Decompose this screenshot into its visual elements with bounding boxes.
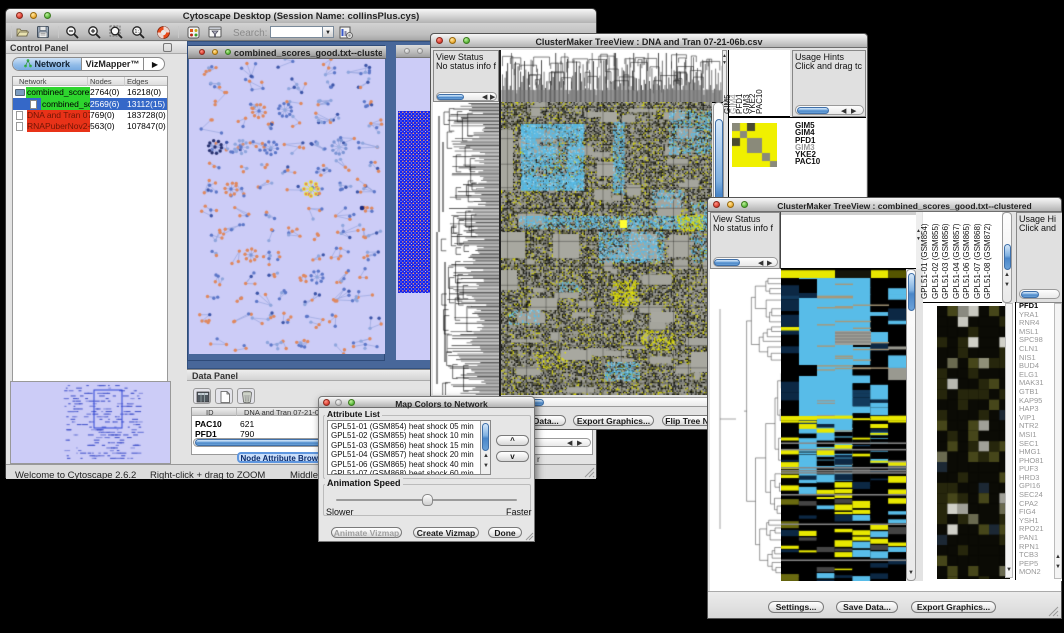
svg-text:1:1: 1:1: [134, 29, 142, 35]
